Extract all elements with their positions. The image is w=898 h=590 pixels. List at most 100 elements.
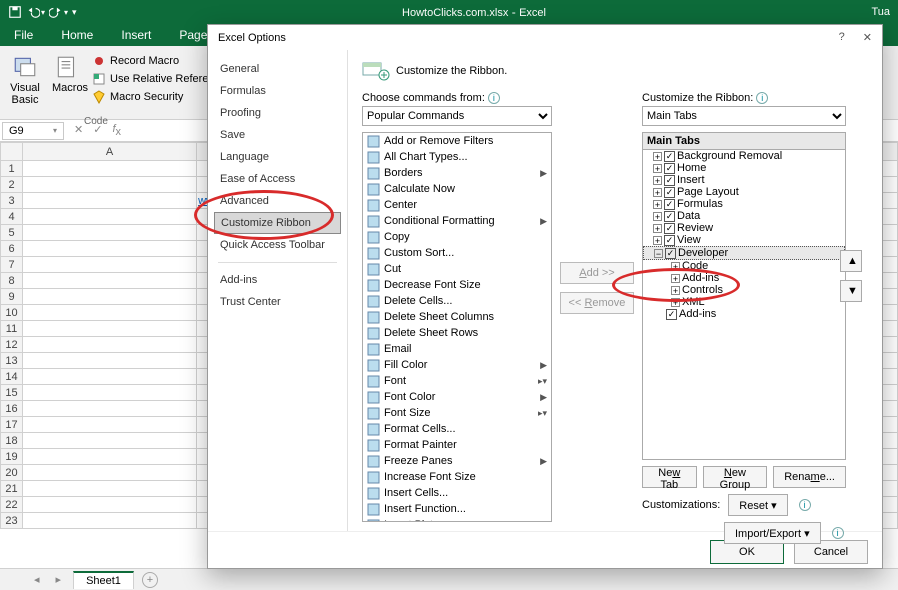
tree-node[interactable]: +✓Insert — [643, 174, 845, 186]
save-button[interactable] — [8, 5, 22, 19]
visual-basic-button[interactable]: Visual Basic — [4, 50, 46, 115]
tree-node[interactable]: +✓Review — [643, 222, 845, 234]
add-button[interactable]: Add >> — [560, 262, 634, 284]
category-item[interactable]: General — [208, 58, 347, 80]
checkbox[interactable]: ✓ — [666, 309, 677, 320]
command-item[interactable]: Borders▶ — [363, 165, 551, 181]
tree-node[interactable]: +✓Home — [643, 162, 845, 174]
tab-insert[interactable]: Insert — [107, 24, 165, 46]
redo-button[interactable]: ▾ — [49, 5, 68, 19]
new-group-button[interactable]: New Group — [703, 466, 768, 488]
category-item[interactable]: Trust Center — [208, 291, 347, 313]
category-item[interactable]: Advanced — [208, 190, 347, 212]
category-item[interactable]: Add-ins — [208, 269, 347, 291]
checkbox[interactable]: ✓ — [664, 187, 675, 198]
sheet-tab[interactable]: Sheet1 — [73, 571, 134, 589]
expand-icon[interactable]: + — [671, 286, 680, 295]
command-item[interactable]: Conditional Formatting▶ — [363, 213, 551, 229]
tree-node[interactable]: +✓Page Layout — [643, 186, 845, 198]
expand-icon[interactable]: + — [653, 176, 662, 185]
expand-icon[interactable]: + — [671, 262, 680, 271]
command-item[interactable]: Font Size▸▾ — [363, 405, 551, 421]
category-item[interactable]: Proofing — [208, 102, 347, 124]
close-button[interactable]: ✕ — [863, 31, 872, 44]
command-item[interactable]: Format Painter — [363, 437, 551, 453]
command-item[interactable]: Delete Sheet Rows — [363, 325, 551, 341]
tree-node[interactable]: +Code — [643, 260, 845, 272]
checkbox[interactable]: ✓ — [664, 199, 675, 210]
expand-icon[interactable]: + — [653, 200, 662, 209]
tree-node[interactable]: +✓Formulas — [643, 198, 845, 210]
expand-icon[interactable]: + — [671, 298, 680, 307]
tree-node[interactable]: ✓Add-ins — [643, 308, 845, 320]
import-export-button[interactable]: Import/Export ▾ — [724, 522, 821, 544]
command-item[interactable]: Add or Remove Filters — [363, 133, 551, 149]
help-icon[interactable]: i — [756, 92, 768, 104]
command-item[interactable]: Insert Function... — [363, 501, 551, 517]
expand-icon[interactable]: + — [671, 274, 680, 283]
command-item[interactable]: Calculate Now — [363, 181, 551, 197]
help-icon[interactable]: i — [488, 92, 500, 104]
command-item[interactable]: All Chart Types... — [363, 149, 551, 165]
command-item[interactable]: Center — [363, 197, 551, 213]
command-item[interactable]: Copy — [363, 229, 551, 245]
checkbox[interactable]: ✓ — [665, 248, 676, 259]
sheet-nav-prev[interactable]: ◂ — [30, 573, 44, 586]
cancel-entry-icon[interactable]: ✕ — [74, 123, 83, 138]
undo-button[interactable]: ▾ — [26, 5, 45, 19]
tree-node[interactable]: +✓Data — [643, 210, 845, 222]
tree-node[interactable]: +✓View — [643, 234, 845, 246]
expand-icon[interactable]: + — [653, 188, 662, 197]
expand-icon[interactable]: + — [653, 224, 662, 233]
reset-button[interactable]: Reset ▾ — [728, 494, 787, 516]
category-qat[interactable]: Quick Access Toolbar — [208, 234, 347, 256]
macros-button[interactable]: Macros — [46, 50, 88, 115]
checkbox[interactable]: ✓ — [664, 211, 675, 222]
move-down-button[interactable]: ▼ — [840, 280, 862, 302]
command-item[interactable]: Insert Picture — [363, 517, 551, 522]
new-sheet-button[interactable]: + — [142, 572, 158, 588]
command-item[interactable]: Cut — [363, 261, 551, 277]
new-tab-button[interactable]: New Tab — [642, 466, 697, 488]
tree-node[interactable]: +Add-ins — [643, 272, 845, 284]
help-icon[interactable]: i — [832, 527, 844, 539]
help-icon[interactable]: i — [799, 499, 811, 511]
tree-node[interactable]: −✓Developer — [643, 246, 845, 260]
checkbox[interactable]: ✓ — [664, 235, 675, 246]
command-item[interactable]: Email — [363, 341, 551, 357]
category-item[interactable]: Ease of Access — [208, 168, 347, 190]
checkbox[interactable]: ✓ — [664, 223, 675, 234]
fx-icon[interactable]: fx — [112, 123, 121, 138]
tab-file[interactable]: File — [0, 24, 47, 46]
sheet-nav-next[interactable]: ▸ — [52, 573, 66, 586]
command-item[interactable]: Font▸▾ — [363, 373, 551, 389]
command-item[interactable]: Format Cells... — [363, 421, 551, 437]
rename-button[interactable]: Rename... — [773, 466, 846, 488]
tabs-treebox[interactable]: Main Tabs +✓Background Removal+✓Home+✓In… — [642, 132, 846, 460]
command-item[interactable]: Decrease Font Size — [363, 277, 551, 293]
tree-node[interactable]: +✓Background Removal — [643, 150, 845, 162]
command-item[interactable]: Custom Sort... — [363, 245, 551, 261]
expand-icon[interactable]: + — [653, 164, 662, 173]
command-item[interactable]: Fill Color▶ — [363, 357, 551, 373]
tree-node[interactable]: +Controls — [643, 284, 845, 296]
name-box[interactable]: G9▾ — [2, 122, 64, 140]
expand-icon[interactable]: − — [654, 249, 663, 258]
commands-listbox[interactable]: Add or Remove FiltersAll Chart Types...B… — [362, 132, 552, 522]
remove-button[interactable]: << Remove — [560, 292, 634, 314]
help-button[interactable]: ? — [839, 31, 845, 44]
expand-icon[interactable]: + — [653, 236, 662, 245]
checkbox[interactable]: ✓ — [664, 151, 675, 162]
tree-node[interactable]: +XML — [643, 296, 845, 308]
tab-home[interactable]: Home — [47, 24, 107, 46]
category-item[interactable]: Save — [208, 124, 347, 146]
category-item[interactable]: Language — [208, 146, 347, 168]
choose-commands-combo[interactable]: Popular Commands — [362, 106, 552, 126]
qat-customize[interactable]: ▾ — [72, 7, 77, 18]
command-item[interactable]: Insert Cells... — [363, 485, 551, 501]
checkbox[interactable]: ✓ — [664, 163, 675, 174]
command-item[interactable]: Delete Cells... — [363, 293, 551, 309]
checkbox[interactable]: ✓ — [664, 175, 675, 186]
command-item[interactable]: Increase Font Size — [363, 469, 551, 485]
category-customize-ribbon[interactable]: Customize Ribbon — [214, 212, 341, 234]
